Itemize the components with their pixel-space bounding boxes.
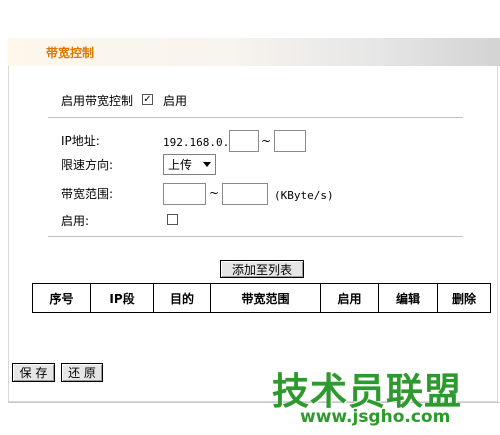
- ip-address-label: IP地址:: [61, 134, 100, 148]
- divider-bottom: [48, 236, 463, 237]
- divider-top: [48, 117, 463, 118]
- bandwidth-label: 带宽范围:: [61, 187, 114, 201]
- restore-button[interactable]: 还 原: [61, 363, 103, 382]
- chevron-down-icon: [203, 162, 211, 167]
- watermark-url: www.jsgho.com: [300, 407, 451, 427]
- col-header-delete: 删除: [437, 283, 491, 313]
- direction-label: 限速方向:: [61, 158, 114, 172]
- bandwidth-unit: (KByte/s): [274, 189, 334, 202]
- enable-rule-checkbox[interactable]: [167, 214, 178, 225]
- col-header-ip-range: IP段: [90, 283, 154, 313]
- ip-prefix: 192.168.0.: [163, 136, 230, 149]
- ip-end-input[interactable]: [274, 130, 306, 152]
- col-header-destination: 目的: [153, 283, 211, 313]
- bandwidth-separator: ~: [209, 186, 220, 200]
- direction-select[interactable]: 上传: [163, 154, 216, 175]
- bandwidth-max-input[interactable]: [222, 183, 268, 205]
- direction-selected-value: 上传: [168, 158, 193, 172]
- bandwidth-min-input[interactable]: [163, 183, 206, 205]
- table-header-row: 序号 IP段 目的 带宽范围 启用 编辑 删除: [32, 283, 491, 313]
- save-button[interactable]: 保 存: [12, 363, 55, 382]
- col-header-bandwidth: 带宽范围: [210, 283, 321, 313]
- enable-control-label: 启用带宽控制: [61, 94, 134, 108]
- page-title: 带宽控制: [46, 46, 95, 60]
- col-header-enable: 启用: [320, 283, 379, 313]
- enable-rule-label: 启用:: [61, 214, 90, 228]
- ip-start-input[interactable]: [229, 130, 259, 152]
- check-icon: ✓: [143, 93, 152, 105]
- ip-separator: ~: [261, 134, 272, 148]
- enable-control-text: 启用: [163, 94, 188, 108]
- rules-table: 序号 IP段 目的 带宽范围 启用 编辑 删除: [32, 283, 491, 313]
- col-header-index: 序号: [32, 283, 91, 313]
- col-header-edit: 编辑: [378, 283, 438, 313]
- add-to-list-button[interactable]: 添加至列表: [220, 260, 304, 278]
- enable-control-checkbox[interactable]: ✓: [142, 94, 153, 105]
